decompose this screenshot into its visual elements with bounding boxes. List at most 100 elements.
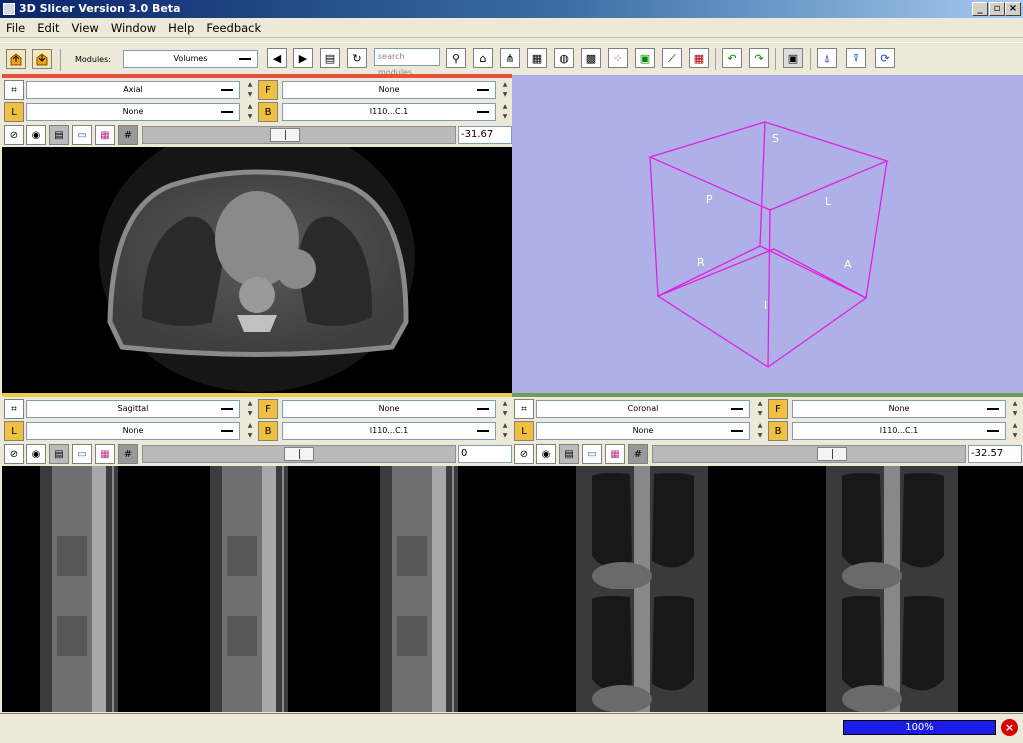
red-fg-spin[interactable]: ▲ ▼	[499, 80, 511, 100]
home-icon[interactable]: ⌂	[473, 48, 493, 68]
yellow-color-icon[interactable]: ▦	[95, 444, 115, 464]
undo-icon[interactable]: ↶	[722, 48, 742, 68]
yellow-foreground-select[interactable]: None	[282, 400, 496, 418]
next-module-icon[interactable]: ▶	[293, 48, 313, 68]
measure-icon[interactable]: ▣	[635, 48, 655, 68]
3d-view[interactable]: S P L R A I	[512, 75, 1023, 393]
yellow-orientation-select[interactable]: Sagittal	[26, 400, 240, 418]
red-link-icon[interactable]: ⊘	[4, 125, 24, 145]
green-slider-thumb[interactable]	[817, 447, 847, 461]
green-spin[interactable]: ▲ ▼	[754, 399, 766, 419]
green-label-spin[interactable]: ▲ ▼	[754, 421, 766, 441]
green-foreground-select[interactable]: None	[792, 400, 1006, 418]
yellow-spin[interactable]: ▲ ▼	[244, 399, 256, 419]
yellow-label-icon: L	[4, 421, 24, 441]
green-background-select[interactable]: I110...C.1	[792, 422, 1006, 440]
green-label-select[interactable]: None	[536, 422, 750, 440]
red-background-select[interactable]: I110...C.1	[282, 103, 496, 121]
yellow-offset-value[interactable]: 0	[458, 445, 512, 463]
data-icon[interactable]: ⋔	[500, 48, 520, 68]
red-label-select[interactable]: None	[26, 103, 240, 121]
green-bg-spin[interactable]: ▲ ▼	[1009, 421, 1021, 441]
red-foreground-select[interactable]: None	[282, 81, 496, 99]
red-slider-thumb[interactable]	[270, 128, 300, 142]
3d-label-l: L	[825, 195, 832, 208]
red-foreground-value: None	[378, 85, 400, 94]
yellow-slice-view[interactable]	[2, 466, 512, 712]
minimize-button[interactable]: _	[972, 2, 988, 16]
red-monitor-icon[interactable]: ▭	[72, 125, 92, 145]
red-color-icon[interactable]: ▦	[95, 125, 115, 145]
yellow-fit-icon[interactable]: ⌗	[4, 399, 24, 419]
yellow-bg-spin[interactable]: ▲ ▼	[499, 421, 511, 441]
green-monitor-icon[interactable]: ▭	[582, 444, 602, 464]
fiducials-icon[interactable]: ▩	[581, 48, 601, 68]
maximize-button[interactable]: ▫	[989, 2, 1005, 16]
menu-window[interactable]: Window	[105, 18, 162, 38]
menu-bar: File Edit View Window Help Feedback	[0, 18, 1023, 38]
yellow-label-spin[interactable]: ▲ ▼	[244, 421, 256, 441]
prev-module-icon[interactable]: ◀	[267, 48, 287, 68]
green-offset-value[interactable]: -32.57	[968, 445, 1022, 463]
red-slice-view[interactable]	[2, 147, 512, 393]
red-visibility-icon[interactable]: ◉	[26, 125, 46, 145]
color-lut-icon[interactable]: ⟋	[662, 48, 682, 68]
red-offset-slider[interactable]	[142, 126, 456, 144]
green-orientation-select[interactable]: Coronal	[536, 400, 750, 418]
refresh-module-icon[interactable]: ↻	[347, 48, 367, 68]
green-visibility-icon[interactable]: ◉	[536, 444, 556, 464]
editor-icon[interactable]: ⁘	[608, 48, 628, 68]
save-icon[interactable]	[32, 49, 52, 69]
module-history-icon[interactable]: ▤	[320, 48, 340, 68]
yellow-label-select[interactable]: None	[26, 422, 240, 440]
red-lightbox-icon[interactable]: ▤	[49, 125, 69, 145]
green-fg-spin[interactable]: ▲ ▼	[1009, 399, 1021, 419]
red-bg-spin[interactable]: ▲ ▼	[499, 102, 511, 122]
green-slice-view[interactable]	[512, 466, 1023, 712]
search-icon[interactable]: ⚲	[446, 48, 466, 68]
mouse-transform-icon[interactable]: ⟳	[875, 48, 895, 68]
mouse-pick-icon[interactable]: ⍋	[817, 48, 837, 68]
module-selector[interactable]: Volumes	[123, 50, 258, 68]
red-spin-up[interactable]: ▲ ▼	[244, 80, 256, 100]
yellow-visibility-icon[interactable]: ◉	[26, 444, 46, 464]
yellow-link-icon[interactable]: ⊘	[4, 444, 24, 464]
red-grid-icon[interactable]: #	[118, 125, 138, 145]
menu-help[interactable]: Help	[162, 18, 200, 38]
red-label-spin[interactable]: ▲ ▼	[244, 102, 256, 122]
yellow-foreground-icon: F	[258, 399, 278, 419]
yellow-fg-spin[interactable]: ▲ ▼	[499, 399, 511, 419]
red-fit-icon[interactable]: ⌗	[4, 80, 24, 100]
green-lightbox-icon[interactable]: ▤	[559, 444, 579, 464]
volumes-icon[interactable]: ▦	[527, 48, 547, 68]
yellow-offset-slider[interactable]	[142, 445, 456, 463]
stop-icon[interactable]: ×	[1001, 719, 1018, 736]
green-offset-slider[interactable]	[652, 445, 966, 463]
models-icon[interactable]: ◍	[554, 48, 574, 68]
yellow-background-select[interactable]: I110...C.1	[282, 422, 496, 440]
yellow-monitor-icon[interactable]: ▭	[72, 444, 92, 464]
menu-feedback[interactable]: Feedback	[200, 18, 267, 38]
yellow-grid-icon[interactable]: #	[118, 444, 138, 464]
menu-view[interactable]: View	[66, 18, 105, 38]
green-grid-icon[interactable]: #	[628, 444, 648, 464]
redo-icon[interactable]: ↷	[749, 48, 769, 68]
red-offset-value[interactable]: -31.67	[458, 126, 512, 144]
yellow-lightbox-icon[interactable]: ▤	[49, 444, 69, 464]
load-data-icon[interactable]	[6, 49, 26, 69]
close-window-button[interactable]: ×	[1005, 2, 1021, 16]
menu-file[interactable]: File	[0, 18, 31, 38]
green-link-icon[interactable]: ⊘	[514, 444, 534, 464]
menu-edit[interactable]: Edit	[31, 18, 65, 38]
red-orientation-select[interactable]: Axial	[26, 81, 240, 99]
yellow-orientation-value: Sagittal	[117, 404, 149, 413]
search-modules-input[interactable]: search modules	[374, 48, 440, 77]
green-color-icon[interactable]: ▦	[605, 444, 625, 464]
yellow-slider-thumb[interactable]	[284, 447, 314, 461]
layout-icon[interactable]: ▣	[783, 48, 803, 68]
green-fit-icon[interactable]: ⌗	[514, 399, 534, 419]
yellow-slice-controls: ⌗ Sagittal ▲ ▼ F None ▲ ▼ L None ▲ ▼ B I110…	[2, 397, 512, 466]
colors-icon[interactable]: ▦	[689, 48, 709, 68]
3d-label-a: A	[844, 258, 852, 271]
mouse-place-icon[interactable]: ⍒	[846, 48, 866, 68]
